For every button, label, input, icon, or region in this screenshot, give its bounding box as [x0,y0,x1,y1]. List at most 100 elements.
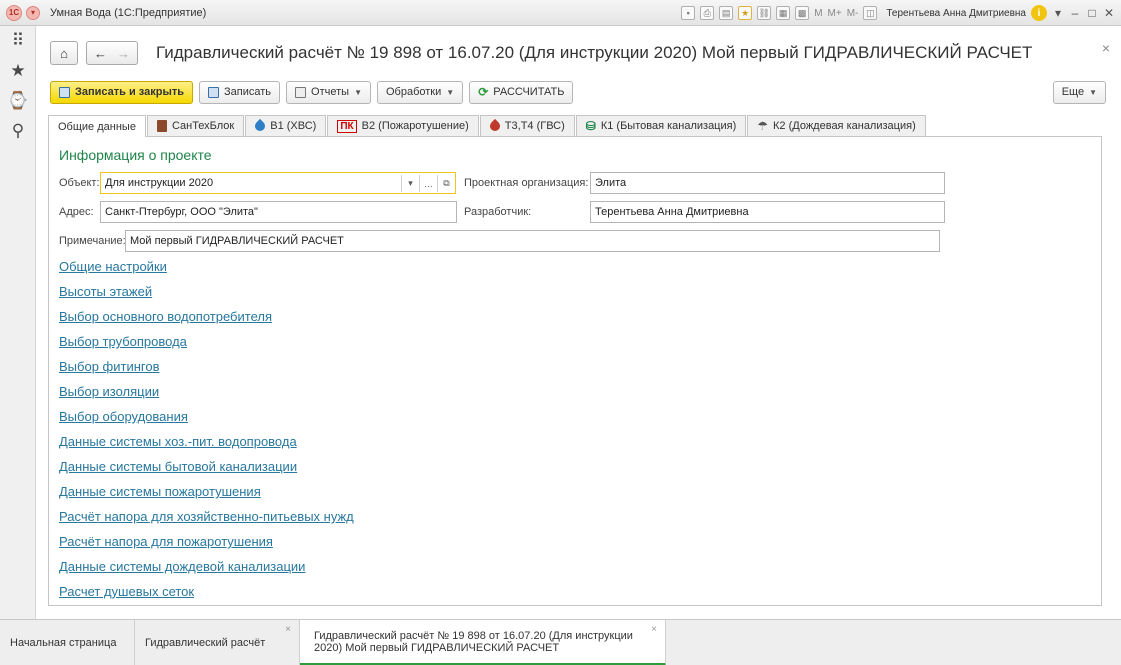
calculate-button[interactable]: ⟳ РАССЧИТАТЬ [469,80,574,104]
tab-t3t4[interactable]: Т3,Т4 (ГВС) [479,115,575,136]
dropdown-icon[interactable]: ▾ [401,175,419,192]
link-fire-data[interactable]: Данные системы пожаротушения [59,484,261,499]
address-label: Адрес: [59,206,94,218]
bottom-tab-label: Гидравлический расчёт [145,637,266,649]
chevron-down-icon: ▼ [446,87,455,97]
apps-grid-icon[interactable]: ⠿ [0,26,36,56]
link-general-settings[interactable]: Общие настройки [59,259,167,274]
user-name[interactable]: Терентьева Анна Дмитриевна [886,8,1026,19]
project-info-title: Информация о проекте [59,147,212,163]
address-field[interactable]: Санкт-Птербург, ООО "Элита" [100,201,457,223]
note-field[interactable]: Мой первый ГИДРАВЛИЧЕСКИЙ РАСЧЕТ [125,230,940,252]
link-shower-grids[interactable]: Расчет душевых сеток [59,584,194,599]
note-value: Мой первый ГИДРАВЛИЧЕСКИЙ РАСЧЕТ [130,235,344,247]
calculator-icon[interactable]: ▩ [795,6,810,20]
link-equipment[interactable]: Выбор оборудования [59,409,188,424]
history-icon[interactable]: ⌚ [0,86,36,116]
tab-k1[interactable]: ⛁ К1 (Бытовая канализация) [575,115,747,136]
app-logo-icon[interactable]: 1C [6,4,22,21]
link-pipeline[interactable]: Выбор трубопровода [59,334,187,349]
memory-m-button[interactable]: M [814,8,822,19]
window-title: Умная Вода (1С:Предприятие) [50,6,207,19]
tab-b1[interactable]: В1 (ХВС) [245,115,327,136]
back-forward-buttons[interactable]: ← → [86,41,138,65]
developer-field[interactable]: Терентьева Анна Дмитриевна [590,201,945,223]
close-form-icon[interactable]: × [1102,40,1110,56]
tab-label: В2 (Пожаротушение) [361,120,469,132]
window-menu-icon[interactable]: ▾ [1052,6,1064,20]
select-ellipsis-icon[interactable]: … [419,175,437,192]
preview-icon[interactable]: ▤ [719,6,734,20]
sections-panel: ⠿ ★ ⌚ ⚲ [0,26,36,619]
link-rain-sewer-data[interactable]: Данные системы дождевой канализации [59,559,305,574]
link-water-supply-data[interactable]: Данные системы хоз.-пит. водопровода [59,434,297,449]
org-label: Проектная организация: [464,177,589,189]
disk-icon [208,86,220,98]
processing-label: Обработки [386,86,442,98]
tab-label: К1 (Бытовая канализация) [600,120,737,132]
tab-label: Т3,Т4 (ГВС) [504,120,565,132]
bottom-tab-hydraulic-list[interactable]: Гидравлический расчёт × [135,620,300,665]
back-arrow-icon[interactable]: ← [94,46,107,61]
document-form: ⌂ ← → Гидравлический расчёт № 19 898 от … [36,26,1121,619]
window-titlebar: 1C ▾ Умная Вода (1С:Предприятие) ▪ ⎙ ▤ ★… [0,0,1121,26]
form-tabs: Общие данные СанТехБлок В1 (ХВС) ПК В2 (… [48,115,927,137]
favorites-star-icon[interactable]: ★ [0,56,36,86]
developer-label: Разработчик: [464,206,532,218]
close-tab-icon[interactable]: × [285,624,291,635]
processing-button[interactable]: Обработки ▼ [377,80,464,104]
link-head-drinking[interactable]: Расчёт напора для хозяйственно-питьевых … [59,509,354,524]
link-sewer-data[interactable]: Данные системы бытовой канализации [59,459,297,474]
home-button[interactable]: ⌂ [50,41,78,65]
search-icon[interactable]: ⚲ [0,116,36,146]
minimize-icon[interactable]: – [1069,6,1081,20]
open-windows-bar: Начальная страница Гидравлический расчёт… [0,619,1121,665]
forward-arrow-icon[interactable]: → [117,46,130,61]
tab-b2[interactable]: ПК В2 (Пожаротушение) [327,115,479,136]
tab-label: Общие данные [58,120,136,133]
fire-hydrant-icon: ПК [337,119,357,133]
open-link-icon[interactable]: ⧉ [437,175,455,192]
tab-general[interactable]: Общие данные [48,115,146,137]
bottom-tab-home[interactable]: Начальная страница [0,620,135,665]
link-head-fire[interactable]: Расчёт напора для пожаротушения [59,534,273,549]
calendar-icon[interactable]: ▦ [776,6,791,20]
main-menu-icon[interactable]: ▾ [26,5,40,20]
memory-mplus-button[interactable]: M+ [828,8,842,19]
chevron-down-icon: ▼ [354,87,362,97]
object-value: Для инструкции 2020 [105,177,214,189]
print-icon[interactable]: ⎙ [700,6,715,20]
hot-water-drop-icon [487,118,502,134]
object-label: Объект: [59,177,100,189]
info-icon[interactable]: i [1031,5,1047,21]
maximize-icon[interactable]: □ [1086,6,1098,20]
water-drop-icon [253,118,268,134]
org-field[interactable]: Элита [590,172,945,194]
link-floor-heights[interactable]: Высоты этажей [59,284,152,299]
object-field[interactable]: Для инструкции 2020 ▾ … ⧉ [100,172,456,194]
tab-santehblok[interactable]: СанТехБлок [146,115,245,136]
form-header: ⌂ ← → Гидравлический расчёт № 19 898 от … [50,38,1110,68]
favorite-star-icon[interactable]: ★ [738,6,753,20]
titlebar-tools: ▪ ⎙ ▤ ★ ⛓ ▦ ▩ M M+ M- ◫ Терентьева Анна … [681,0,1115,26]
bottom-tab-label: 2020) Мой первый ГИДРАВЛИЧЕСКИЙ РАСЧЕТ [314,641,560,654]
close-tab-icon[interactable]: × [651,624,657,635]
link-main-consumer[interactable]: Выбор основного водопотребителя [59,309,272,324]
save-button[interactable]: Записать [199,80,281,104]
save-icon[interactable]: ▪ [681,6,696,20]
bottom-tab-current-doc[interactable]: Гидравлический расчёт № 19 898 от 16.07.… [300,620,666,665]
save-close-button[interactable]: Записать и закрыть [50,80,194,104]
close-window-icon[interactable]: ✕ [1103,6,1115,20]
memory-mminus-button[interactable]: M- [847,8,859,19]
reports-button[interactable]: Отчеты ▼ [286,80,371,104]
panels-icon[interactable]: ◫ [863,6,878,20]
chevron-down-icon: ▼ [1089,87,1097,97]
tab-label: К2 (Дождевая канализация) [773,120,916,132]
refresh-icon: ⟳ [478,85,489,99]
link-fittings[interactable]: Выбор фитингов [59,359,159,374]
report-icon [295,86,307,98]
link-insulation[interactable]: Выбор изоляции [59,384,159,399]
link-icon[interactable]: ⛓ [757,6,772,20]
more-button[interactable]: Еще ▼ [1052,80,1106,104]
tab-k2[interactable]: ☂ К2 (Дождевая канализация) [747,115,926,136]
